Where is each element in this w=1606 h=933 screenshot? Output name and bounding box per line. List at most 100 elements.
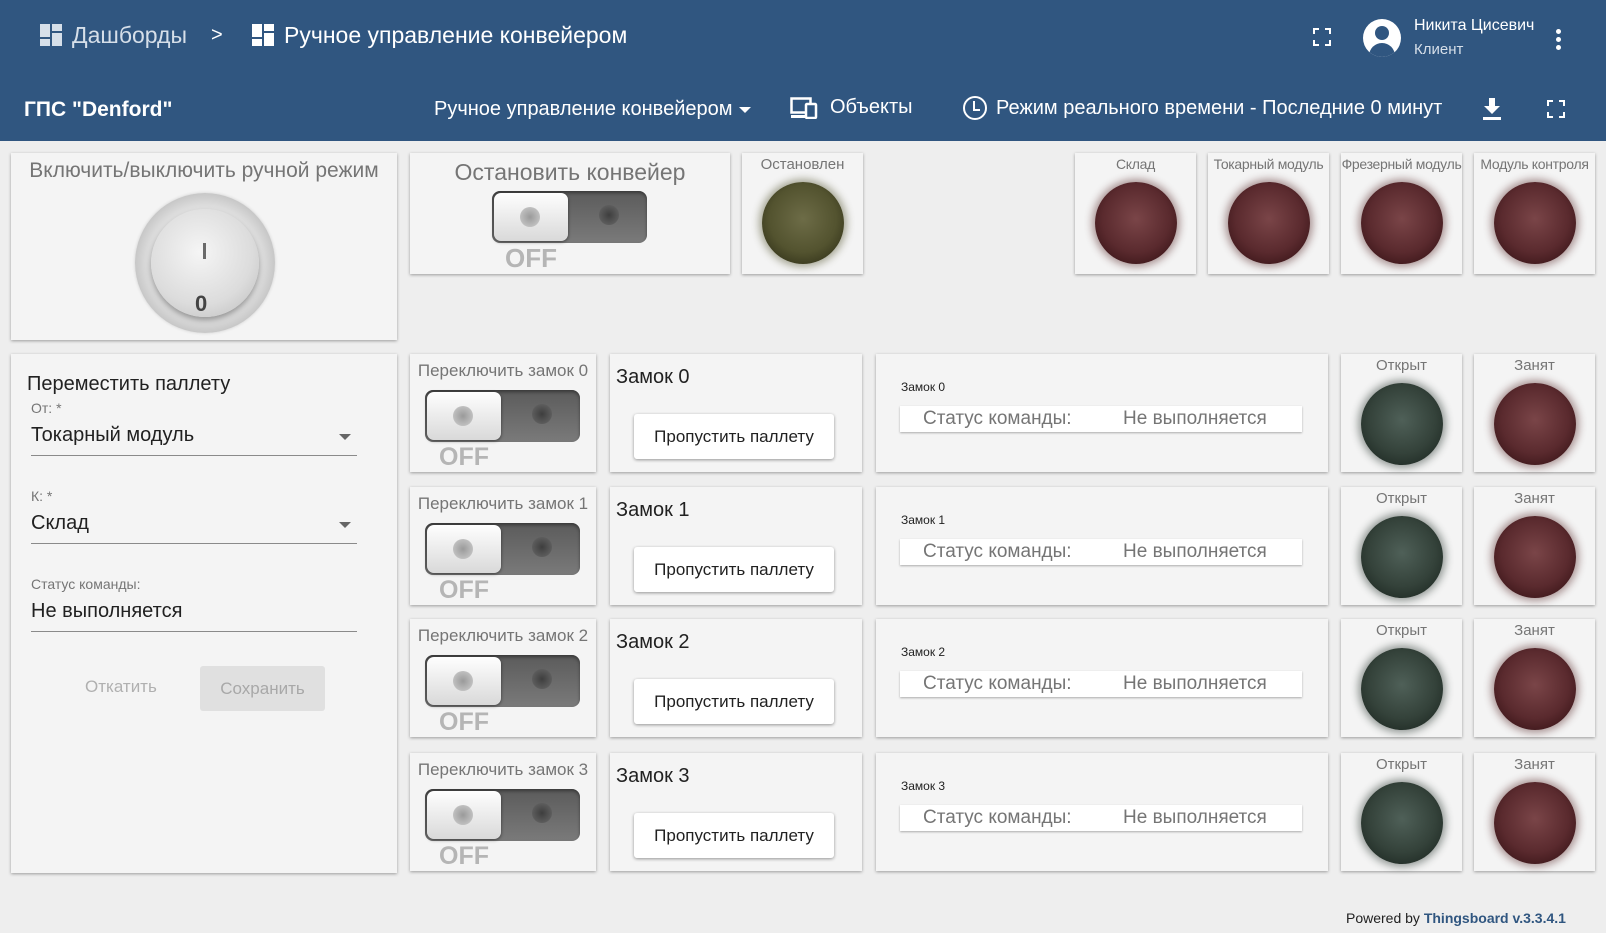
fullscreen-button[interactable] xyxy=(1313,28,1331,46)
dashboard-toolbar: ГПС "Denford" Ручное управление конвейер… xyxy=(0,77,1606,141)
move-pallet-card: Переместить паллету От: * Токарный модул… xyxy=(11,354,397,873)
stop-conveyor-state: OFF xyxy=(505,243,557,273)
module-indicator xyxy=(1493,182,1576,264)
dashboard-icon xyxy=(252,23,276,48)
lock-status-row: Статус команды: Не выполняется xyxy=(900,805,1302,831)
lock-busy-indicator xyxy=(1493,516,1576,598)
stopped-indicator xyxy=(761,182,844,264)
lock-name: Замок 3 xyxy=(616,765,690,787)
lock-toggle-switch[interactable] xyxy=(425,523,580,575)
lock-status-key: Статус команды: xyxy=(923,408,1072,429)
lock-busy-title: Занят xyxy=(1514,357,1555,374)
lock-status-row: Статус команды: Не выполняется xyxy=(900,671,1302,697)
entities-label: Объекты xyxy=(830,96,913,118)
lock-busy-card: Занят xyxy=(1474,354,1595,472)
save-button[interactable]: Сохранить xyxy=(200,666,325,711)
fullscreen-icon xyxy=(1313,28,1331,46)
devices-icon xyxy=(790,96,818,119)
footer-link[interactable]: Thingsboard v.3.3.4.1 xyxy=(1424,910,1566,926)
skip-pallet-button[interactable]: Пропустить паллету xyxy=(634,679,834,724)
lock-busy-title: Занят xyxy=(1514,622,1555,639)
stopped-lamp-card: Остановлен xyxy=(742,153,863,274)
lock-busy-title: Занят xyxy=(1514,490,1555,507)
download-icon[interactable] xyxy=(1482,98,1502,120)
breadcrumb-current-label: Ручное управление конвейером xyxy=(284,22,628,48)
lock-toggle-title: Переключить замок 0 xyxy=(417,361,589,380)
lock-toggle-card: Переключить замок 0 OFF xyxy=(410,354,596,472)
manual-mode-dial[interactable]: 0 xyxy=(135,193,275,333)
breadcrumb-root-label: Дашборды xyxy=(72,22,187,48)
chevron-down-icon xyxy=(339,522,351,528)
lock-toggle-card: Переключить замок 3 OFF xyxy=(410,753,596,871)
top-bar: Дашборды > Ручное управление конвейером … xyxy=(0,0,1606,77)
lock-status-value: Не выполняется xyxy=(1123,807,1267,828)
to-underline xyxy=(31,543,357,544)
lock-status-card: Замок 2 Статус команды: Не выполняется xyxy=(876,619,1328,737)
breadcrumb-current: Ручное управление конвейером xyxy=(252,22,627,49)
lock-busy-card: Занят xyxy=(1474,619,1595,737)
user-name: Никита Цисевич xyxy=(1414,17,1535,34)
dashboard-title: ГПС "Denford" xyxy=(24,98,173,121)
module-indicator xyxy=(1360,182,1443,264)
lock-toggle-switch[interactable] xyxy=(425,390,580,442)
dial-mark-on xyxy=(203,243,206,259)
module-lamp-card: Токарный модуль xyxy=(1208,153,1329,274)
lock-status-title: Замок 2 xyxy=(901,645,946,659)
lock-busy-indicator xyxy=(1493,383,1576,465)
lock-busy-card: Занят xyxy=(1474,753,1595,871)
lock-open-indicator xyxy=(1360,516,1443,598)
lock-toggle-switch[interactable] xyxy=(425,655,580,707)
lock-status-card: Замок 1 Статус команды: Не выполняется xyxy=(876,487,1328,605)
stop-conveyor-switch[interactable] xyxy=(492,191,647,243)
status-label: Статус команды: xyxy=(31,576,141,592)
lock-open-card: Открыт xyxy=(1341,619,1462,737)
lock-name: Замок 0 xyxy=(616,366,690,388)
user-avatar-icon[interactable] xyxy=(1363,19,1401,57)
skip-pallet-button[interactable]: Пропустить паллету xyxy=(634,813,834,858)
lock-open-title: Открыт xyxy=(1375,756,1428,773)
skip-pallet-button[interactable]: Пропустить паллету xyxy=(634,547,834,592)
lock-status-value: Не выполняется xyxy=(1123,408,1267,429)
lock-open-title: Открыт xyxy=(1375,622,1428,639)
module-indicator xyxy=(1094,182,1177,264)
module-lamp-title: Модуль контроля xyxy=(1480,156,1589,172)
lock-status-card: Замок 0 Статус команды: Не выполняется xyxy=(876,354,1328,472)
lock-skip-card: Замок 1 Пропустить паллету xyxy=(610,487,862,605)
from-value: Токарный модуль xyxy=(31,424,195,446)
stop-conveyor-card: Остановить конвейер OFF xyxy=(410,153,730,274)
lock-busy-indicator xyxy=(1493,648,1576,730)
dashboard-fullscreen-button[interactable] xyxy=(1547,100,1565,118)
from-underline xyxy=(31,455,357,456)
timewindow-button[interactable]: Режим реального времени - Последние 0 ми… xyxy=(963,96,1442,120)
lock-toggle-switch[interactable] xyxy=(425,789,580,841)
lock-toggle-title: Переключить замок 1 xyxy=(417,494,589,513)
lock-status-title: Замок 3 xyxy=(901,779,946,793)
chevron-down-icon xyxy=(738,106,751,113)
breadcrumb-separator: > xyxy=(211,24,223,46)
from-label: От: * xyxy=(31,400,62,416)
lock-toggle-card: Переключить замок 1 OFF xyxy=(410,487,596,605)
lock-status-title: Замок 1 xyxy=(901,513,946,527)
lock-toggle-state: OFF xyxy=(439,576,489,604)
fullscreen-icon xyxy=(1547,100,1565,118)
undo-button[interactable]: Откатить xyxy=(85,677,157,697)
footer-prefix: Powered by xyxy=(1346,910,1420,926)
lock-status-title: Замок 0 xyxy=(901,380,946,394)
lock-name: Замок 1 xyxy=(616,499,690,521)
status-underline xyxy=(31,631,357,632)
entities-button[interactable]: Объекты xyxy=(790,96,912,119)
lock-status-value: Не выполняется xyxy=(1123,673,1267,694)
lock-toggle-title: Переключить замок 2 xyxy=(417,626,589,645)
lock-open-title: Открыт xyxy=(1375,357,1428,374)
module-indicator xyxy=(1227,182,1310,264)
more-vert-icon[interactable] xyxy=(1556,29,1562,51)
breadcrumb-root[interactable]: Дашборды xyxy=(40,22,187,49)
lock-skip-card: Замок 2 Пропустить паллету xyxy=(610,619,862,737)
module-lamp-card: Фрезерный модуль xyxy=(1341,153,1462,274)
stopped-lamp-title: Остановлен xyxy=(760,156,845,173)
lock-busy-indicator xyxy=(1493,782,1576,864)
state-selector[interactable]: Ручное управление конвейером xyxy=(434,98,751,121)
skip-pallet-button[interactable]: Пропустить паллету xyxy=(634,414,834,459)
to-value: Склад xyxy=(31,512,89,534)
dial-knob: 0 xyxy=(151,209,259,317)
